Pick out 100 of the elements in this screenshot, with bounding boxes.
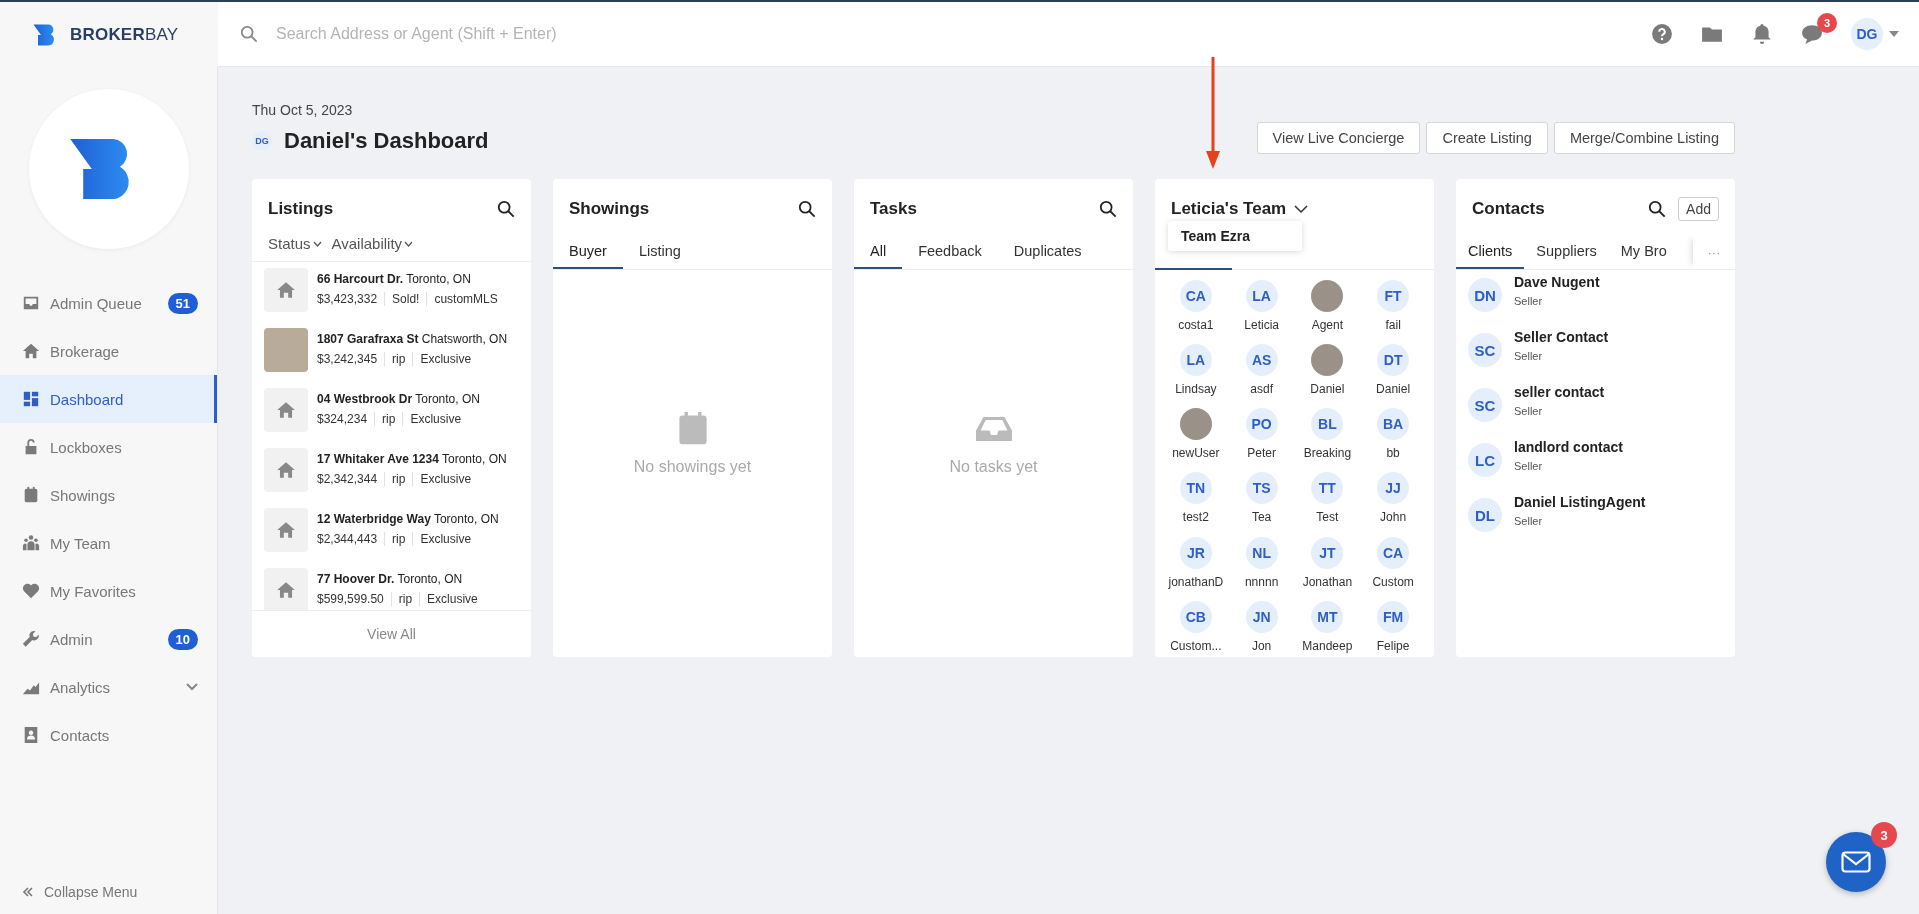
team-member[interactable]: CB Custom... bbox=[1163, 600, 1229, 657]
house-thumbnail[interactable] bbox=[264, 568, 308, 610]
bell-icon[interactable] bbox=[1751, 23, 1773, 45]
filter-dropdown[interactable]: Availability bbox=[331, 235, 414, 252]
member-name: Jonathan bbox=[1302, 574, 1353, 589]
caret-icon[interactable] bbox=[1889, 31, 1899, 37]
nav-item[interactable]: Admin Queue 51 bbox=[0, 279, 217, 327]
team-member[interactable]: CA Custom bbox=[1360, 536, 1426, 593]
house-thumbnail[interactable] bbox=[264, 268, 308, 312]
count-badge: 10 bbox=[167, 628, 198, 650]
card-title[interactable]: Leticia's Team bbox=[1171, 199, 1287, 219]
team-member[interactable]: JR jonathanD bbox=[1163, 536, 1229, 593]
card-title: Listings bbox=[268, 199, 334, 219]
team-member[interactable]: LA Leticia bbox=[1228, 280, 1295, 337]
search-icon[interactable] bbox=[798, 200, 816, 218]
search-field[interactable]: Search Address or Agent (Shift + Enter) bbox=[274, 24, 878, 44]
notification-badge: 3 bbox=[1817, 13, 1837, 33]
team-member[interactable]: NL nnnnn bbox=[1228, 536, 1295, 593]
team-member[interactable]: TN test2 bbox=[1163, 472, 1229, 529]
collapse-menu-button[interactable]: Collapse Menu bbox=[0, 884, 217, 900]
listing-address[interactable]: 66 Harcourt Dr. Toronto, ON bbox=[317, 272, 498, 286]
initials-avatar: DT bbox=[1377, 344, 1410, 377]
team-member[interactable]: PO Peter bbox=[1228, 408, 1295, 465]
team-member[interactable]: BA bb bbox=[1360, 408, 1426, 465]
add-button[interactable]: Add bbox=[1678, 197, 1719, 221]
team-member[interactable]: CA costa1 bbox=[1163, 280, 1229, 337]
action-button[interactable]: Create Listing bbox=[1426, 122, 1548, 154]
nav-item[interactable]: Contacts bbox=[0, 711, 217, 759]
action-button[interactable]: Merge/Combine Listing bbox=[1553, 122, 1735, 154]
team-member[interactable]: Agent bbox=[1294, 280, 1361, 337]
house-thumbnail[interactable] bbox=[264, 508, 308, 552]
listing-address[interactable]: 77 Hoover Dr. Toronto, ON bbox=[317, 572, 478, 586]
card-title: Tasks bbox=[870, 199, 917, 219]
team-member[interactable]: JT Jonathan bbox=[1294, 536, 1361, 593]
filter-dropdown[interactable]: Status bbox=[268, 235, 322, 252]
action-button[interactable]: View Live Concierge bbox=[1256, 122, 1421, 154]
contact-name[interactable]: landlord contact bbox=[1514, 439, 1623, 455]
member-name: fail bbox=[1385, 318, 1401, 332]
team-member[interactable]: DT Daniel bbox=[1360, 344, 1426, 401]
team-member[interactable]: Daniel bbox=[1294, 344, 1361, 401]
tab[interactable]: My Bro bbox=[1608, 235, 1679, 269]
house-thumbnail[interactable] bbox=[264, 388, 308, 432]
team-member[interactable]: AS asdf bbox=[1228, 344, 1295, 401]
listing-price: $324,234 bbox=[317, 412, 368, 426]
nav-item[interactable]: Dashboard bbox=[0, 375, 217, 423]
avatar-placeholder bbox=[1179, 408, 1212, 441]
house-thumbnail[interactable] bbox=[264, 448, 308, 492]
listing-price: $3,242,345 bbox=[317, 352, 378, 366]
tab[interactable]: Feedback bbox=[902, 235, 998, 269]
nav-item[interactable]: My Favorites bbox=[0, 567, 217, 615]
nav-item[interactable]: My Team bbox=[0, 519, 217, 567]
tab[interactable]: Suppliers bbox=[1524, 235, 1609, 269]
contact-name[interactable]: Daniel ListingAgent bbox=[1514, 494, 1646, 510]
search-icon[interactable] bbox=[497, 200, 515, 218]
team-member[interactable]: FM Felipe bbox=[1360, 600, 1426, 657]
nav-item[interactable]: Showings bbox=[0, 471, 217, 519]
dropdown-option[interactable]: Team Ezra bbox=[1168, 221, 1302, 251]
member-name: bb bbox=[1386, 446, 1400, 461]
initials-avatar: LC bbox=[1468, 443, 1502, 477]
messages-button[interactable] bbox=[1826, 832, 1886, 892]
team-member[interactable]: TS Tea bbox=[1228, 472, 1295, 529]
user-avatar[interactable]: DG bbox=[1851, 18, 1883, 50]
tab[interactable]: Duplicates bbox=[997, 235, 1098, 269]
nav-item[interactable]: Brokerage bbox=[0, 327, 217, 375]
team-member[interactable]: MT Mandeep bbox=[1294, 600, 1361, 657]
team-member[interactable]: TT Test bbox=[1294, 472, 1361, 529]
dashboard-icon bbox=[22, 390, 40, 408]
help-icon[interactable] bbox=[1651, 23, 1673, 45]
listing-address[interactable]: 1807 Garafraxa St Chatsworth, ON bbox=[317, 332, 508, 346]
search-icon[interactable] bbox=[1099, 200, 1117, 218]
team-member[interactable]: BL Breaking bbox=[1294, 408, 1361, 465]
listing-type: Exclusive bbox=[412, 352, 472, 366]
tab[interactable]: Buyer bbox=[553, 235, 623, 269]
member-name: nnnnn bbox=[1244, 574, 1279, 589]
contact-name[interactable]: seller contact bbox=[1514, 384, 1605, 400]
listing-address[interactable]: 17 Whitaker Ave 1234 Toronto, ON bbox=[317, 452, 507, 466]
chat-icon[interactable] bbox=[1801, 23, 1823, 45]
contact-name[interactable]: Dave Nugent bbox=[1514, 274, 1600, 290]
search-icon[interactable] bbox=[1648, 200, 1667, 218]
team-member[interactable]: FT fail bbox=[1360, 280, 1426, 337]
listing-address[interactable]: 12 Waterbridge Way Toronto, ON bbox=[317, 512, 499, 526]
tab[interactable]: Listing bbox=[622, 235, 697, 269]
tab[interactable]: All bbox=[854, 235, 903, 269]
initials-avatar: PO bbox=[1245, 408, 1278, 441]
initials-avatar: TT bbox=[1311, 472, 1344, 505]
team-member[interactable]: JN Jon bbox=[1228, 600, 1295, 657]
contact-name[interactable]: Seller Contact bbox=[1514, 329, 1609, 345]
team-member[interactable]: LA Lindsay bbox=[1163, 344, 1229, 401]
tab[interactable]: Clients bbox=[1456, 235, 1525, 269]
initials-avatar: AS bbox=[1245, 344, 1278, 377]
brand-name[interactable]: BROKERBAY bbox=[70, 24, 179, 45]
team-member[interactable]: newUser bbox=[1163, 408, 1229, 465]
empty-state-text: No showings yet bbox=[633, 457, 752, 476]
nav-item[interactable]: Admin 10 bbox=[0, 615, 217, 663]
nav-item[interactable]: Lockboxes bbox=[0, 423, 217, 471]
chevron-icon[interactable] bbox=[1294, 204, 1309, 214]
member-name: John bbox=[1380, 510, 1407, 525]
team-member[interactable]: JJ John bbox=[1360, 472, 1426, 529]
listing-address[interactable]: 04 Westbrook Dr Toronto, ON bbox=[317, 392, 480, 406]
nav-item[interactable]: Analytics bbox=[0, 663, 217, 711]
